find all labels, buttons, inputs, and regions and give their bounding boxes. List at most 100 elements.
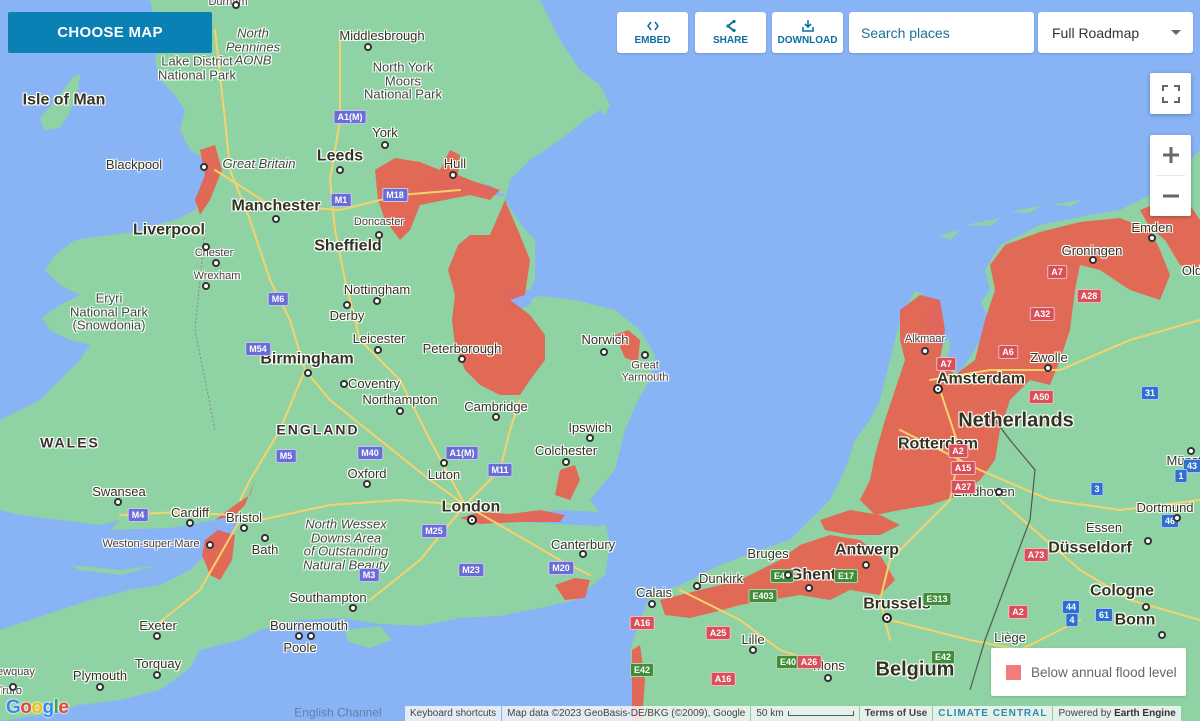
zoom-out-button[interactable] xyxy=(1150,176,1191,216)
map-label[interactable]: Torquay xyxy=(135,657,181,671)
city-marker[interactable] xyxy=(272,215,280,223)
city-marker[interactable] xyxy=(232,1,240,9)
city-marker[interactable] xyxy=(206,541,214,549)
city-marker[interactable] xyxy=(784,571,792,579)
map-label[interactable]: London xyxy=(442,499,501,517)
map-label[interactable]: ENGLAND xyxy=(276,422,359,438)
map-label[interactable]: Amsterdam xyxy=(937,371,1025,389)
map-label[interactable]: Zwolle xyxy=(1030,351,1068,365)
map-label[interactable]: Essen xyxy=(1086,521,1122,535)
map-label[interactable]: Dortmund xyxy=(1136,501,1193,515)
map-label[interactable]: Cardiff xyxy=(171,506,209,520)
map-label[interactable]: North York Moors National Park xyxy=(364,60,442,102)
map-label[interactable]: Sheffield xyxy=(314,238,382,256)
capital-marker[interactable] xyxy=(933,384,943,394)
city-marker[interactable] xyxy=(304,369,312,377)
city-marker[interactable] xyxy=(921,347,929,355)
map-label[interactable]: Durham xyxy=(208,0,247,9)
city-marker[interactable] xyxy=(562,458,570,466)
city-marker[interactable] xyxy=(1142,603,1150,611)
map-label[interactable]: Bristol xyxy=(226,511,262,525)
map-label[interactable]: Old xyxy=(1182,264,1200,278)
city-marker[interactable] xyxy=(458,355,466,363)
share-button[interactable]: SHARE xyxy=(695,12,766,53)
city-marker[interactable] xyxy=(805,584,813,592)
embed-button[interactable]: EMBED xyxy=(617,12,688,53)
city-marker[interactable] xyxy=(202,282,210,290)
city-marker[interactable] xyxy=(648,600,656,608)
map-label[interactable]: Cambridge xyxy=(464,400,528,414)
map-label[interactable]: Swansea xyxy=(92,485,145,499)
map-label[interactable]: Liverpool xyxy=(133,222,205,240)
map-label[interactable]: Bath xyxy=(252,543,279,557)
map-label[interactable]: Lake District National Park xyxy=(158,54,236,81)
city-marker[interactable] xyxy=(261,534,269,542)
keyboard-shortcuts-link[interactable]: Keyboard shortcuts xyxy=(405,706,502,721)
map-label[interactable]: Emden xyxy=(1131,221,1172,235)
city-marker[interactable] xyxy=(186,519,194,527)
map-label[interactable]: Derby xyxy=(330,309,365,323)
city-marker[interactable] xyxy=(1148,234,1156,242)
google-logo[interactable]: Google xyxy=(6,697,69,719)
map-type-select[interactable]: Full Roadmap xyxy=(1038,12,1193,53)
map-label[interactable]: Manchester xyxy=(232,198,321,216)
city-marker[interactable] xyxy=(1187,447,1195,455)
city-marker[interactable] xyxy=(114,498,122,506)
city-marker[interactable] xyxy=(381,141,389,149)
map-label[interactable]: Southampton xyxy=(289,591,366,605)
terms-of-use-link[interactable]: Terms of Use xyxy=(859,706,933,721)
city-marker[interactable] xyxy=(693,582,701,590)
city-marker[interactable] xyxy=(9,683,17,691)
city-marker[interactable] xyxy=(1173,514,1181,522)
map-label[interactable]: Calais xyxy=(636,586,672,600)
city-marker[interactable] xyxy=(824,674,832,682)
map-label[interactable]: Luton xyxy=(428,468,461,482)
map-label[interactable]: Bruges xyxy=(747,547,788,561)
map-label[interactable]: Wrexham xyxy=(194,271,241,283)
city-marker[interactable] xyxy=(862,561,870,569)
scale-indicator[interactable]: 50 km xyxy=(751,706,859,721)
city-marker[interactable] xyxy=(492,413,500,421)
map-label[interactable]: Newquay xyxy=(0,667,35,679)
city-marker[interactable] xyxy=(396,407,404,415)
city-marker[interactable] xyxy=(440,459,448,467)
map-label[interactable]: Leeds xyxy=(317,148,363,166)
download-button[interactable]: DOWNLOAD xyxy=(772,12,843,53)
map-label[interactable]: Düsseldorf xyxy=(1048,540,1132,558)
map-label[interactable]: Bournemouth xyxy=(270,619,348,633)
city-marker[interactable] xyxy=(749,646,757,654)
city-marker[interactable] xyxy=(1089,256,1097,264)
city-marker[interactable] xyxy=(373,297,381,305)
fullscreen-button[interactable] xyxy=(1150,73,1191,114)
city-marker[interactable] xyxy=(586,434,594,442)
map-label[interactable]: Alkmaar xyxy=(905,334,945,346)
map-label[interactable]: Cologne xyxy=(1090,583,1154,601)
city-marker[interactable] xyxy=(1158,631,1166,639)
map-label[interactable]: Bonn xyxy=(1115,612,1156,630)
city-marker[interactable] xyxy=(212,259,220,267)
map-label[interactable]: Isle of Man xyxy=(23,92,106,110)
map-label[interactable]: Antwerp xyxy=(835,542,899,560)
zoom-in-button[interactable] xyxy=(1150,135,1191,175)
search-input[interactable] xyxy=(861,24,1042,41)
capital-marker[interactable] xyxy=(882,613,892,623)
map-label[interactable]: North Wessex Downs Area of Outstanding Natu… xyxy=(303,518,389,573)
city-marker[interactable] xyxy=(600,348,608,356)
city-marker[interactable] xyxy=(202,243,210,251)
capital-marker[interactable] xyxy=(467,515,477,525)
city-marker[interactable] xyxy=(295,632,303,640)
choose-map-button[interactable]: CHOOSE MAP xyxy=(8,12,212,53)
map-label[interactable]: York xyxy=(372,126,398,140)
city-marker[interactable] xyxy=(96,683,104,691)
city-marker[interactable] xyxy=(641,351,649,359)
climate-central-brand[interactable]: CLIMATE CENTRAL xyxy=(933,706,1053,721)
map-label[interactable]: Coventry xyxy=(348,377,400,391)
map-label[interactable]: Nottingham xyxy=(344,283,410,297)
map-label[interactable]: English Channel xyxy=(294,707,381,720)
map-label[interactable]: Poole xyxy=(283,641,316,655)
city-marker[interactable] xyxy=(363,480,371,488)
map-label[interactable]: Lille xyxy=(741,633,764,647)
map-label[interactable]: Ipswich xyxy=(568,421,611,435)
map-label[interactable]: Northampton xyxy=(362,393,437,407)
map-label[interactable]: Norwich xyxy=(582,333,629,347)
